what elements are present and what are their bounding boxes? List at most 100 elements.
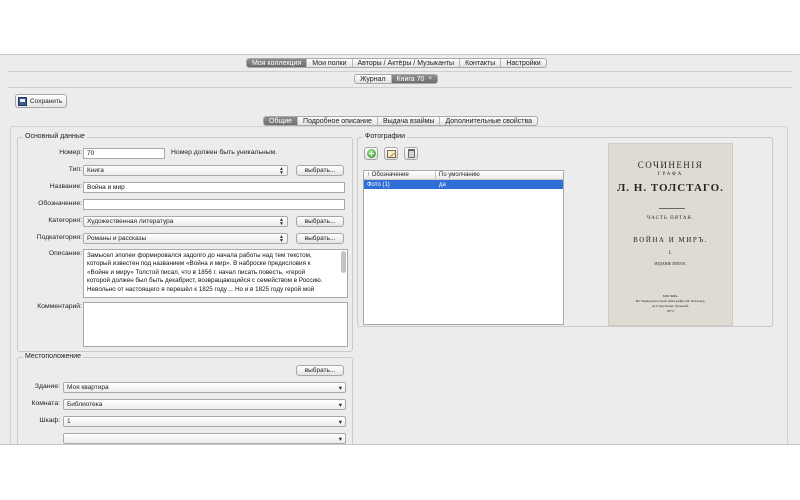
location-group: Местоположение выбрать... Здание: Моя кв… xyxy=(17,353,353,444)
divider xyxy=(8,87,792,88)
table-row[interactable]: Фото (1) да xyxy=(364,180,563,189)
cabinet-select[interactable]: 1 ▾ xyxy=(63,416,346,427)
tab-additional-properties[interactable]: Дополнительные свойства xyxy=(440,117,537,125)
column-default[interactable]: По умолчанию xyxy=(436,171,483,179)
content-panel: Основный данные Номер: 70 Номер должен б… xyxy=(10,126,788,444)
name-field[interactable]: Война и мир xyxy=(83,182,345,193)
edit-photo-icon xyxy=(386,149,396,158)
tab-book-70-label: Книга 70 xyxy=(396,75,425,83)
shelf-select[interactable]: ▾ xyxy=(63,433,346,444)
number-field[interactable]: 70 xyxy=(83,148,165,159)
dropdown-arrow-icon: ▾ xyxy=(338,418,342,426)
choose-type-button[interactable]: выбрать... xyxy=(296,165,344,176)
cabinet-label: Шкаф: xyxy=(39,417,60,424)
basic-data-group: Основный данные Номер: 70 Номер должен б… xyxy=(17,133,353,352)
designation-field[interactable] xyxy=(83,199,345,210)
category-select-value: Художественная литература xyxy=(87,218,174,225)
cover-line: Л. Н. ТОЛСТАГО. xyxy=(617,182,724,194)
subcategory-select[interactable]: Романы и рассказы ▲ ▼ xyxy=(83,233,288,244)
delete-photo-button[interactable] xyxy=(404,147,418,160)
save-button[interactable]: Сохранить xyxy=(15,94,68,108)
detail-tabs: Общие Подробное описание Выдача взаймы Д… xyxy=(263,116,538,126)
tab-settings[interactable]: Настройки xyxy=(501,59,545,67)
updown-arrows-icon: ▲ ▼ xyxy=(279,216,284,227)
updown-arrows-icon: ▲ ▼ xyxy=(279,233,284,244)
add-photo-icon xyxy=(366,149,376,158)
scrollbar[interactable] xyxy=(341,251,346,273)
cover-line: ВОЙНА И МИРЪ. xyxy=(633,236,708,244)
description-label: Описание: xyxy=(48,250,82,257)
cover-line: ЧАСТЬ ПЯТАЯ. xyxy=(646,216,695,221)
floppy-disk-icon xyxy=(18,96,27,106)
location-title: Местоположение xyxy=(23,353,84,360)
tab-journal[interactable]: Журнал xyxy=(355,75,392,83)
building-label: Здание: xyxy=(34,383,60,390)
photo-name-cell: Фото (1) xyxy=(367,181,390,188)
dropdown-arrow-icon: ▾ xyxy=(338,401,342,409)
building-select[interactable]: Моя квартира ▾ xyxy=(63,382,346,393)
description-line: «Войне и миру» Толстой писал, что в 1856… xyxy=(87,268,306,276)
choose-subcategory-button[interactable]: выбрать... xyxy=(296,233,344,244)
dropdown-arrow-icon: ▾ xyxy=(338,435,342,443)
main-nav-tabs: Моя коллекция Мои полки Авторы / Актёры … xyxy=(246,58,547,68)
comment-label: Комментарий: xyxy=(37,303,82,310)
cover-line: ГРАФА xyxy=(657,172,684,177)
document-tabs: Журнал Книга 70 × xyxy=(354,74,438,84)
tab-detailed-description[interactable]: Подробное описание xyxy=(298,117,378,125)
choose-category-button[interactable]: выбрать... xyxy=(296,216,344,227)
category-label: Категория: xyxy=(48,217,82,224)
room-label: Комната: xyxy=(31,400,60,407)
tab-book-70[interactable]: Книга 70 × xyxy=(391,75,437,83)
cover-publisher: МОСКВА. Въ Университетской типографіи (М… xyxy=(627,294,714,314)
description-line: который известен под названием «Война и … xyxy=(87,260,311,268)
basic-data-title: Основный данные xyxy=(23,133,87,140)
close-icon[interactable]: × xyxy=(428,76,432,82)
tab-authors[interactable]: Авторы / Актёры / Музыканты xyxy=(353,59,461,67)
subcategory-select-value: Романы и рассказы xyxy=(87,235,147,242)
subcategory-label: Подкатегория: xyxy=(36,234,82,241)
tab-general[interactable]: Общие xyxy=(264,117,299,125)
type-select-value: Книга xyxy=(87,167,104,174)
name-label: Название: xyxy=(49,183,82,190)
save-button-label: Сохранить xyxy=(30,97,63,105)
choose-location-button[interactable]: выбрать... xyxy=(296,365,344,376)
updown-arrows-icon: ▲ ▼ xyxy=(279,165,284,176)
dropdown-arrow-icon: ▾ xyxy=(338,384,342,392)
app-window: Моя коллекция Мои полки Авторы / Актёры … xyxy=(0,54,800,445)
book-cover-image: СОЧИНЕНІЯ ГРАФА Л. Н. ТОЛСТАГО. ЧАСТЬ ПЯ… xyxy=(608,143,733,326)
comment-textarea[interactable] xyxy=(83,302,348,347)
description-line: Невольно от настоящего я перешёл к 1825 … xyxy=(87,285,315,293)
designation-label: Обозначение: xyxy=(38,200,82,207)
number-hint: Номер должен быть уникальным. xyxy=(171,149,278,156)
add-photo-button[interactable] xyxy=(364,147,378,160)
tab-lending[interactable]: Выдача взаймы xyxy=(378,117,441,125)
category-select[interactable]: Художественная литература ▲ ▼ xyxy=(83,216,288,227)
cover-line: I. xyxy=(669,251,672,256)
type-select[interactable]: Книга ▲ ▼ xyxy=(83,165,288,176)
tab-my-shelves[interactable]: Мои полки xyxy=(307,59,353,67)
description-textarea[interactable]: Замысел эпопеи формировался задолго до н… xyxy=(83,249,348,298)
photo-table: ↑ Обозначение По умолчанию Фото (1) да xyxy=(363,170,564,325)
room-select[interactable]: Библиотека ▾ xyxy=(63,399,346,410)
trash-icon xyxy=(407,149,415,158)
cover-line: ИЗДАНІЕ ПЯТОЕ. xyxy=(654,261,687,266)
cabinet-select-value: 1 xyxy=(67,418,71,425)
tab-my-collection[interactable]: Моя коллекция xyxy=(247,59,308,67)
room-select-value: Библиотека xyxy=(67,401,103,408)
divider xyxy=(8,71,792,72)
photo-toolbar xyxy=(364,147,418,160)
cover-line: СОЧИНЕНІЯ xyxy=(637,160,704,170)
edit-photo-button[interactable] xyxy=(384,147,398,160)
cover-publisher-line: 1873. xyxy=(666,309,675,313)
tab-contacts[interactable]: Контакты xyxy=(460,59,502,67)
description-line: которой должен был быть декабрист, возвр… xyxy=(87,277,323,285)
photo-table-header: ↑ Обозначение По умолчанию xyxy=(364,171,563,180)
column-designation[interactable]: ↑ Обозначение xyxy=(364,171,436,179)
type-label: Тип: xyxy=(68,166,82,173)
building-select-value: Моя квартира xyxy=(67,384,109,391)
photos-group: Фотографии ↑ Обозначение По умолчанию Фо… xyxy=(357,133,773,327)
photo-default-cell: да xyxy=(439,181,446,188)
number-label: Номер: xyxy=(59,149,82,156)
photos-title: Фотографии xyxy=(363,133,408,140)
cover-rule xyxy=(659,208,685,209)
